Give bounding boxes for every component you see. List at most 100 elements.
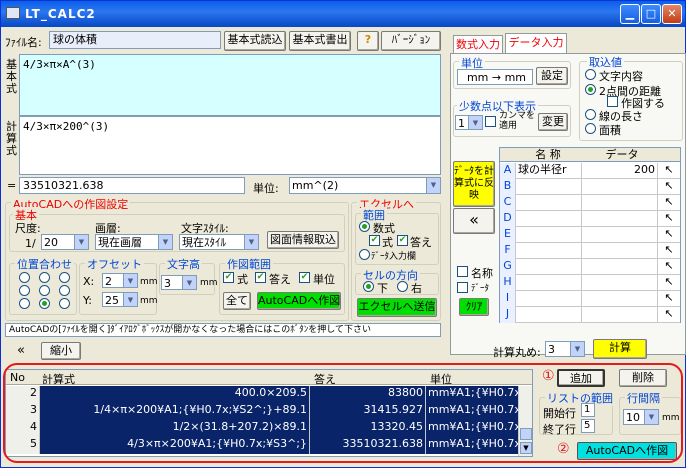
- data-grid-row[interactable]: A 球の半径r 200 ↖: [500, 163, 680, 179]
- data-row-name[interactable]: [516, 307, 582, 323]
- pick-cursor-icon[interactable]: ↖: [658, 275, 680, 291]
- data-grid-row[interactable]: E ↖: [500, 227, 680, 243]
- data-row-name[interactable]: [516, 179, 582, 195]
- draw-to-autocad-button[interactable]: AutoCADへ作図: [257, 292, 341, 310]
- data-grid-row[interactable]: I ↖: [500, 291, 680, 307]
- align-top-left-radio[interactable]: [19, 272, 30, 283]
- scale-dropdown[interactable]: 20 ▼: [41, 234, 89, 250]
- data-row-value[interactable]: 200: [582, 163, 658, 179]
- take-text-radio[interactable]: [585, 69, 596, 80]
- align-bottom-right-radio[interactable]: [59, 298, 70, 309]
- version-button[interactable]: ﾊﾞｰｼﾞｮﾝ: [381, 31, 441, 51]
- data-grid-row[interactable]: J ↖: [500, 307, 680, 323]
- data-row-name[interactable]: [516, 259, 582, 275]
- excel-data-radio[interactable]: [359, 249, 370, 260]
- data-row-value[interactable]: [582, 307, 658, 323]
- calc-round-dropdown[interactable]: 3 ▼: [545, 341, 585, 357]
- reflect-data-button[interactable]: ﾃﾞｰﾀを計算式に反映: [453, 161, 495, 207]
- offset-y-dropdown[interactable]: 25 ▼: [102, 292, 138, 307]
- text-height-dropdown[interactable]: 3 ▼: [161, 275, 197, 290]
- range-unit-checkbox[interactable]: ✔: [299, 272, 310, 283]
- title-bar[interactable]: LT_CALC2 ▁ □ ✕: [1, 1, 685, 27]
- align-mid-left-radio[interactable]: [19, 285, 30, 296]
- basic-formula-textarea[interactable]: 4/3×π×A^(3): [19, 54, 441, 116]
- shrink-button[interactable]: 縮小: [41, 342, 81, 360]
- import-drawing-info-button[interactable]: 図面情報取込: [267, 231, 339, 249]
- data-row-value[interactable]: [582, 227, 658, 243]
- decimal-change-button[interactable]: 変更: [538, 113, 568, 131]
- data-row-name[interactable]: [516, 195, 582, 211]
- file-name-field[interactable]: 球の体積: [49, 31, 221, 49]
- excel-answer-checkbox[interactable]: ✔: [397, 235, 408, 246]
- excel-formula-checkbox[interactable]: ✔: [369, 235, 380, 246]
- data-row-value[interactable]: [582, 195, 658, 211]
- calc-formula-textarea[interactable]: 4/3×π×200^(3): [19, 116, 441, 175]
- data-row-name[interactable]: [516, 243, 582, 259]
- write-formula-button[interactable]: 基本式書出: [289, 31, 351, 51]
- data-row-value[interactable]: [582, 243, 658, 259]
- data-row-name[interactable]: [516, 275, 582, 291]
- data-grid-row[interactable]: B ↖: [500, 179, 680, 195]
- pick-cursor-icon[interactable]: ↖: [658, 259, 680, 275]
- tab-formula-input[interactable]: 数式入力: [453, 35, 503, 54]
- data-grid-row[interactable]: H ↖: [500, 275, 680, 291]
- pick-cursor-icon[interactable]: ↖: [658, 163, 680, 179]
- data-row-value[interactable]: [582, 211, 658, 227]
- data-row-value[interactable]: [582, 275, 658, 291]
- decimal-dropdown[interactable]: 1 ▼: [455, 115, 483, 130]
- shrink-arrows-icon[interactable]: «: [17, 343, 25, 358]
- name-checkbox[interactable]: [457, 266, 468, 277]
- comma-checkbox[interactable]: [485, 116, 496, 127]
- maximize-button[interactable]: □: [641, 4, 661, 24]
- data-grid-row[interactable]: D ↖: [500, 211, 680, 227]
- direction-right-radio[interactable]: [397, 281, 408, 292]
- pick-cursor-icon[interactable]: ↖: [658, 195, 680, 211]
- pick-cursor-icon[interactable]: ↖: [658, 179, 680, 195]
- tab-data-input[interactable]: データ入力: [505, 33, 567, 54]
- text-style-dropdown[interactable]: 現在ｽﾀｲﾙ ▼: [179, 234, 259, 250]
- data-grid-row[interactable]: G ↖: [500, 259, 680, 275]
- pick-cursor-icon[interactable]: ↖: [658, 291, 680, 307]
- data-grid-row[interactable]: F ↖: [500, 243, 680, 259]
- send-to-excel-button[interactable]: エクセルへ送信: [357, 298, 437, 317]
- calculate-button[interactable]: 計算: [593, 339, 647, 359]
- data-row-value[interactable]: [582, 291, 658, 307]
- pick-cursor-icon[interactable]: ↖: [658, 243, 680, 259]
- layer-dropdown[interactable]: 現在画層 ▼: [95, 234, 173, 250]
- close-button[interactable]: ✕: [662, 4, 682, 24]
- align-bottom-center-radio[interactable]: [39, 298, 50, 309]
- data-row-value[interactable]: [582, 179, 658, 195]
- data-row-value[interactable]: [582, 259, 658, 275]
- pick-cursor-icon[interactable]: ↖: [658, 211, 680, 227]
- collapse-left-button[interactable]: «: [453, 208, 495, 234]
- unit-settings-button[interactable]: 設定: [536, 67, 568, 85]
- offset-x-dropdown[interactable]: 2 ▼: [102, 273, 138, 288]
- take-area-radio[interactable]: [585, 123, 596, 134]
- clear-button[interactable]: ｸﾘｱ: [459, 298, 489, 316]
- align-top-center-radio[interactable]: [39, 272, 50, 283]
- range-formula-checkbox[interactable]: ✔: [223, 272, 234, 283]
- direction-down-radio[interactable]: [363, 281, 374, 292]
- notice-bar[interactable]: AutoCADの[ﾌｧｲﾙを開く]ﾀﾞｲｱﾛｸﾞﾎﾞｯｸｽが開かなくなった場合に…: [5, 323, 441, 337]
- pick-cursor-icon[interactable]: ↖: [658, 307, 680, 323]
- take-distance-radio[interactable]: [585, 84, 596, 95]
- align-bottom-left-radio[interactable]: [19, 298, 30, 309]
- take-line-length-radio[interactable]: [585, 109, 596, 120]
- range-answer-checkbox[interactable]: ✔: [255, 272, 266, 283]
- minimize-button[interactable]: ▁: [620, 4, 640, 24]
- data-row-name[interactable]: [516, 291, 582, 307]
- excel-formula-radio[interactable]: [359, 221, 370, 232]
- align-mid-center-radio[interactable]: [39, 285, 50, 296]
- help-button[interactable]: ?: [357, 31, 379, 51]
- unit-conversion-field[interactable]: mm → mm: [457, 69, 533, 85]
- data-checkbox[interactable]: [457, 282, 468, 293]
- load-formula-button[interactable]: 基本式読込: [224, 31, 286, 51]
- all-button[interactable]: 全て: [223, 292, 251, 310]
- data-row-name[interactable]: [516, 211, 582, 227]
- result-unit-dropdown[interactable]: mm^(2) ▼: [289, 177, 441, 194]
- align-top-right-radio[interactable]: [59, 272, 70, 283]
- pick-cursor-icon[interactable]: ↖: [658, 227, 680, 243]
- data-grid-row[interactable]: C ↖: [500, 195, 680, 211]
- take-draw-checkbox[interactable]: [607, 96, 618, 107]
- result-field[interactable]: 33510321.638: [19, 177, 245, 194]
